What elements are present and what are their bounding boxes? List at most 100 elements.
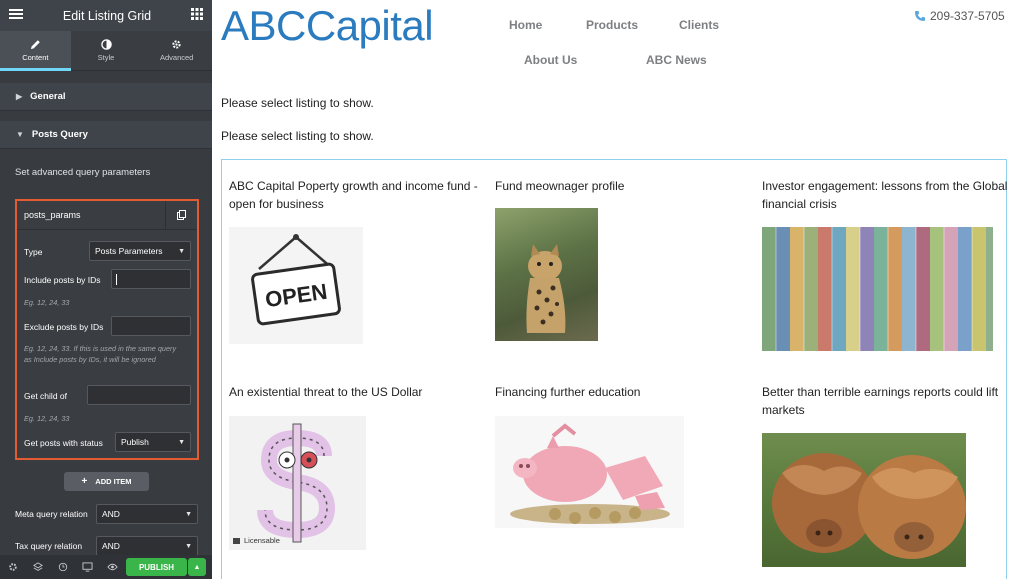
add-item-label: ADD ITEM xyxy=(95,477,132,486)
listing-card[interactable]: Financing further education xyxy=(495,383,745,401)
app: Edit Listing Grid Content Style Advanced… xyxy=(0,0,1024,579)
site-logo[interactable]: ABCCapital xyxy=(221,2,434,50)
phone-contact[interactable]: 209-337-5705 xyxy=(914,9,1005,23)
tab-content[interactable]: Content xyxy=(0,31,71,71)
publish-options-caret-icon[interactable]: ▲ xyxy=(188,558,206,576)
post-status-label: Get posts with status xyxy=(24,438,103,448)
include-ids-hint: Eg. 12, 24, 33 xyxy=(24,298,70,307)
dollar-sign-image[interactable]: Licensable xyxy=(229,416,366,550)
section-general-label: General xyxy=(30,91,66,102)
broken-piggy-bank-image[interactable] xyxy=(495,416,684,528)
post-status-value: Publish xyxy=(121,437,149,447)
panel-header: Edit Listing Grid xyxy=(0,0,212,31)
tab-style[interactable]: Style xyxy=(71,31,142,70)
listing-card[interactable]: Investor engagement: lessons from the Gl… xyxy=(762,177,1012,213)
tab-content-label: Content xyxy=(22,53,49,62)
meta-relation-select[interactable]: AND ▼ xyxy=(96,504,198,524)
highland-cattle-image[interactable] xyxy=(762,433,966,567)
image-icon xyxy=(233,537,240,544)
exclude-ids-label: Exclude posts by IDs xyxy=(24,322,104,332)
card-title[interactable]: Fund meownager profile xyxy=(495,177,745,195)
listing-card[interactable]: Fund meownager profile xyxy=(495,177,745,195)
listing-message: Please select listing to show. xyxy=(221,129,374,143)
text-cursor xyxy=(116,274,117,285)
panel-footer: PUBLISH ▲ xyxy=(0,555,212,579)
site-preview: ABCCapital Home Products Clients About U… xyxy=(212,0,1024,579)
licensable-text: Licensable xyxy=(244,536,280,545)
logo-capital: Capital xyxy=(305,2,434,49)
exclude-ids-hint: Eg. 12, 24, 33. If this is used in the s… xyxy=(24,344,177,364)
type-label: Type xyxy=(24,247,43,257)
widgets-grid-icon[interactable] xyxy=(190,7,203,25)
child-of-label: Get child of xyxy=(24,391,67,401)
card-title[interactable]: An existential threat to the US Dollar xyxy=(229,383,479,401)
include-ids-input[interactable] xyxy=(111,269,191,289)
ocelot-image[interactable] xyxy=(495,208,598,341)
open-sign-image[interactable]: OPEN xyxy=(229,227,363,344)
licensable-badge: Licensable xyxy=(233,536,280,545)
meta-relation-value: AND xyxy=(102,509,120,519)
card-title[interactable]: Investor engagement: lessons from the Gl… xyxy=(762,177,1012,213)
listing-card[interactable]: ABC Capital Poperty growth and income fu… xyxy=(229,177,479,213)
section-posts-query-label: Posts Query xyxy=(31,129,88,140)
card-title[interactable]: Financing further education xyxy=(495,383,745,401)
section-general[interactable]: ▶ General xyxy=(0,83,212,111)
repeater-item-title: posts_params xyxy=(24,210,81,220)
tab-advanced-label: Advanced xyxy=(160,53,194,62)
tax-relation-value: AND xyxy=(102,541,120,551)
publish-button[interactable]: PUBLISH xyxy=(126,558,187,576)
preview-eye-icon[interactable] xyxy=(100,563,125,571)
tax-relation-select[interactable]: AND ▼ xyxy=(96,536,198,556)
include-ids-label: Include posts by IDs xyxy=(24,275,101,285)
listing-grid: ABC Capital Poperty growth and income fu… xyxy=(221,159,1007,579)
layers-icon[interactable] xyxy=(25,562,50,572)
banknotes-image[interactable] xyxy=(762,227,993,351)
exclude-ids-input[interactable] xyxy=(111,316,191,336)
history-icon[interactable] xyxy=(50,562,75,572)
tax-relation-label: Tax query relation xyxy=(15,541,83,551)
plus-icon: + xyxy=(81,476,88,487)
gear-icon xyxy=(172,40,181,49)
type-select[interactable]: Posts Parameters ▼ xyxy=(89,241,191,261)
nav-home[interactable]: Home xyxy=(509,18,542,32)
query-description: Set advanced query parameters xyxy=(15,167,151,178)
listing-card[interactable]: Better than terrible earnings reports co… xyxy=(762,383,1012,419)
editor-panel: Edit Listing Grid Content Style Advanced… xyxy=(0,0,212,579)
card-title[interactable]: ABC Capital Poperty growth and income fu… xyxy=(229,177,479,213)
child-of-input[interactable] xyxy=(87,385,191,405)
listing-card[interactable]: An existential threat to the US Dollar xyxy=(229,383,479,401)
chevron-down-icon: ▼ xyxy=(178,438,185,446)
phone-icon xyxy=(915,11,925,21)
chevron-down-icon: ▼ xyxy=(185,542,192,550)
meta-relation-label: Meta query relation xyxy=(15,509,88,519)
listing-message: Please select listing to show. xyxy=(221,96,374,110)
chevron-down-icon: ▼ xyxy=(178,247,185,255)
type-select-value: Posts Parameters xyxy=(95,246,163,256)
duplicate-icon[interactable] xyxy=(165,200,197,230)
settings-gear-icon[interactable] xyxy=(0,562,25,572)
logo-abc: ABC xyxy=(221,2,306,49)
hamburger-menu-icon[interactable] xyxy=(9,7,23,25)
posts-params-repeater: posts_params Type Posts Parameters ▼ Inc… xyxy=(15,199,199,460)
panel-tabs: Content Style Advanced xyxy=(0,31,212,71)
pencil-icon xyxy=(30,40,40,50)
half-circle-icon xyxy=(100,39,112,50)
responsive-desktop-icon[interactable] xyxy=(75,562,100,572)
tab-advanced[interactable]: Advanced xyxy=(141,31,212,70)
panel-title: Edit Listing Grid xyxy=(62,8,152,23)
add-item-button[interactable]: + ADD ITEM xyxy=(64,472,149,491)
chevron-down-icon: ▼ xyxy=(185,510,192,518)
section-posts-query[interactable]: ▼ Posts Query xyxy=(0,121,212,149)
card-title[interactable]: Better than terrible earnings reports co… xyxy=(762,383,1012,419)
nav-products[interactable]: Products xyxy=(586,18,638,32)
repeater-item-header[interactable]: posts_params xyxy=(17,200,197,230)
post-status-select[interactable]: Publish ▼ xyxy=(115,432,191,452)
nav-clients[interactable]: Clients xyxy=(679,18,719,32)
child-of-hint: Eg. 12, 24, 33 xyxy=(24,414,70,423)
phone-number: 209-337-5705 xyxy=(930,9,1005,23)
nav-about-us[interactable]: About Us xyxy=(524,53,577,67)
caret-right-icon: ▶ xyxy=(16,92,23,101)
nav-abc-news[interactable]: ABC News xyxy=(646,53,707,67)
tab-style-label: Style xyxy=(97,53,115,62)
caret-down-icon: ▼ xyxy=(16,130,24,139)
